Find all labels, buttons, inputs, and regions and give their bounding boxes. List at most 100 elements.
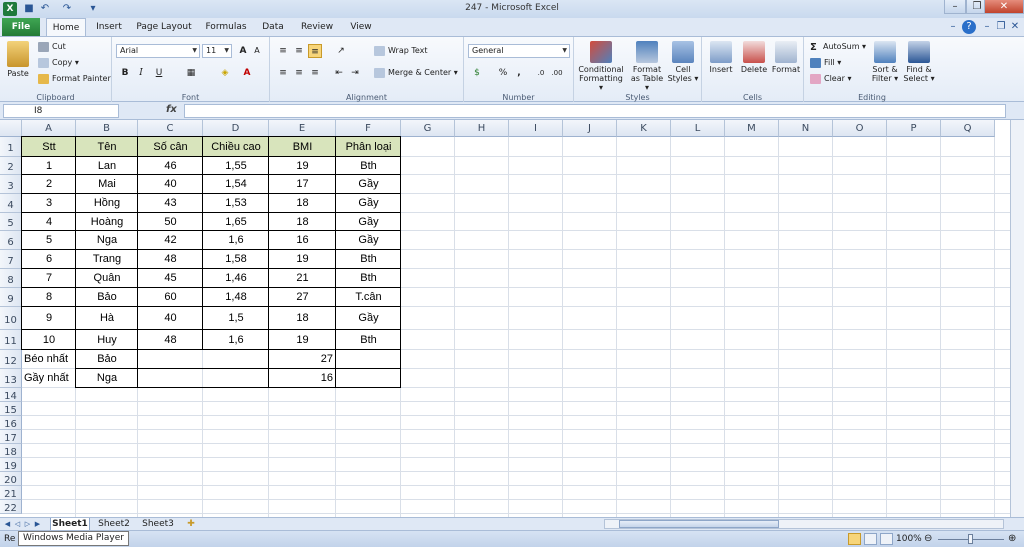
column-header-f[interactable]: F [336,120,401,137]
table-cell[interactable]: 5 [22,231,76,250]
table-cell[interactable]: Bảo [76,288,138,307]
column-header-g[interactable]: G [401,120,455,137]
table-cell[interactable]: Bth [336,269,401,288]
row-header-10[interactable]: 10 [0,307,22,330]
shrink-font-button[interactable]: A [250,44,264,58]
worksheet-grid[interactable]: ABCDEFGHIJKLMNOPQ 1 2 3 4 5 6 7 8 9 10 11 12 13 14 15 1… [0,120,1010,517]
tab-formulas[interactable]: Formulas [200,18,252,36]
table-header-cell[interactable]: Chiều cao [203,137,269,157]
table-cell[interactable]: Bth [336,250,401,269]
copy-button[interactable]: Copy ▾ [38,57,79,69]
column-header-k[interactable]: K [617,120,671,137]
table-cell[interactable]: Mai [76,175,138,194]
table-cell[interactable]: 1,55 [203,157,269,175]
insert-cells-button[interactable]: Insert [706,41,736,74]
bold-button[interactable]: B [118,66,132,80]
column-header-l[interactable]: L [671,120,725,137]
minimize-button[interactable]: – [944,0,966,14]
summary-name-cell[interactable]: Nga [76,369,138,388]
row-header-4[interactable]: 4 [0,194,22,213]
zoom-level[interactable]: 100% [896,534,922,544]
table-cell[interactable]: 1,5 [203,307,269,330]
table-cell[interactable]: 2 [22,175,76,194]
align-center-icon[interactable]: ≡ [292,66,306,80]
page-break-view-icon[interactable] [880,533,893,545]
italic-button[interactable]: I [134,66,148,80]
font-color-icon[interactable]: A [240,66,254,80]
table-cell[interactable]: 1,58 [203,250,269,269]
row-header-7[interactable]: 7 [0,250,22,269]
table-cell[interactable]: 48 [138,330,203,350]
autosum-button[interactable]: Σ AutoSum ▾ [810,41,866,53]
table-cell[interactable]: 40 [138,307,203,330]
zoom-in-icon[interactable]: ⊕ [1008,533,1016,544]
tab-home[interactable]: Home [46,18,86,36]
table-cell[interactable]: 19 [269,157,336,175]
row-header-19[interactable]: 19 [0,458,22,472]
row-header-13[interactable]: 13 [0,369,22,388]
tab-insert[interactable]: Insert [90,18,128,36]
table-header-cell[interactable]: Phân loại [336,137,401,157]
summary-bmi-cell[interactable]: 16 [269,369,336,388]
number-format-select[interactable]: General ▼ [468,44,570,58]
table-cell[interactable]: 3 [22,194,76,213]
grow-font-button[interactable]: A [236,44,250,58]
summary-label-cell[interactable]: Béo nhất [22,350,76,369]
row-header-11[interactable]: 11 [0,330,22,350]
format-cells-button[interactable]: Format [770,41,802,74]
column-header-o[interactable]: O [833,120,887,137]
table-cell[interactable]: Gầy [336,231,401,250]
workbook-minimize-icon[interactable]: – [980,20,994,34]
comma-button[interactable]: , [512,66,526,80]
tab-review[interactable]: Review [296,18,338,36]
table-cell[interactable]: 1,48 [203,288,269,307]
table-cell[interactable]: 1,46 [203,269,269,288]
column-header-d[interactable]: D [203,120,269,137]
table-cell[interactable]: Hà [76,307,138,330]
table-header-cell[interactable]: Stt [22,137,76,157]
table-cell[interactable]: 1,53 [203,194,269,213]
increase-decimal-icon[interactable]: .0 [534,66,548,80]
vertical-scrollbar[interactable] [1010,120,1024,517]
tab-data[interactable]: Data [256,18,290,36]
table-header-cell[interactable]: BMI [269,137,336,157]
table-cell[interactable]: 7 [22,269,76,288]
table-cell[interactable]: 18 [269,194,336,213]
column-header-p[interactable]: P [887,120,941,137]
summary-name-cell[interactable]: Bảo [76,350,138,369]
row-header-1[interactable]: 1 [0,137,22,157]
column-header-h[interactable]: H [455,120,509,137]
table-cell[interactable]: 1,6 [203,231,269,250]
table-cell[interactable]: 16 [269,231,336,250]
workbook-restore-icon[interactable]: ❐ [994,20,1008,34]
table-header-cell[interactable]: Số cân [138,137,203,157]
formula-input[interactable] [184,104,1006,118]
table-cell[interactable]: Hồng [76,194,138,213]
zoom-out-icon[interactable]: ⊖ [924,533,932,544]
table-cell[interactable]: 45 [138,269,203,288]
last-sheet-icon[interactable]: ▶ [33,519,42,529]
row-header-2[interactable]: 2 [0,157,22,175]
merge-center-button[interactable]: Merge & Center ▾ [374,67,458,79]
table-cell[interactable]: 43 [138,194,203,213]
table-cell[interactable]: 9 [22,307,76,330]
table-cell[interactable]: 19 [269,250,336,269]
fill-color-icon[interactable]: ◈ [218,66,232,80]
table-cell[interactable]: Lan [76,157,138,175]
row-header-14[interactable]: 14 [0,388,22,402]
row-header-16[interactable]: 16 [0,416,22,430]
close-button[interactable]: ✕ [984,0,1024,14]
table-cell[interactable]: T.cân [336,288,401,307]
table-cell[interactable]: 50 [138,213,203,231]
table-cell[interactable]: 46 [138,157,203,175]
borders-icon[interactable]: ▦ [184,66,198,80]
row-header-17[interactable]: 17 [0,430,22,444]
prev-sheet-icon[interactable]: ◁ [13,519,22,529]
row-header-3[interactable]: 3 [0,175,22,194]
row-header-9[interactable]: 9 [0,288,22,307]
underline-button[interactable]: U [152,66,166,80]
table-cell[interactable]: 60 [138,288,203,307]
column-header-i[interactable]: I [509,120,563,137]
paste-button[interactable]: Paste [4,41,32,78]
table-cell[interactable]: 19 [269,330,336,350]
